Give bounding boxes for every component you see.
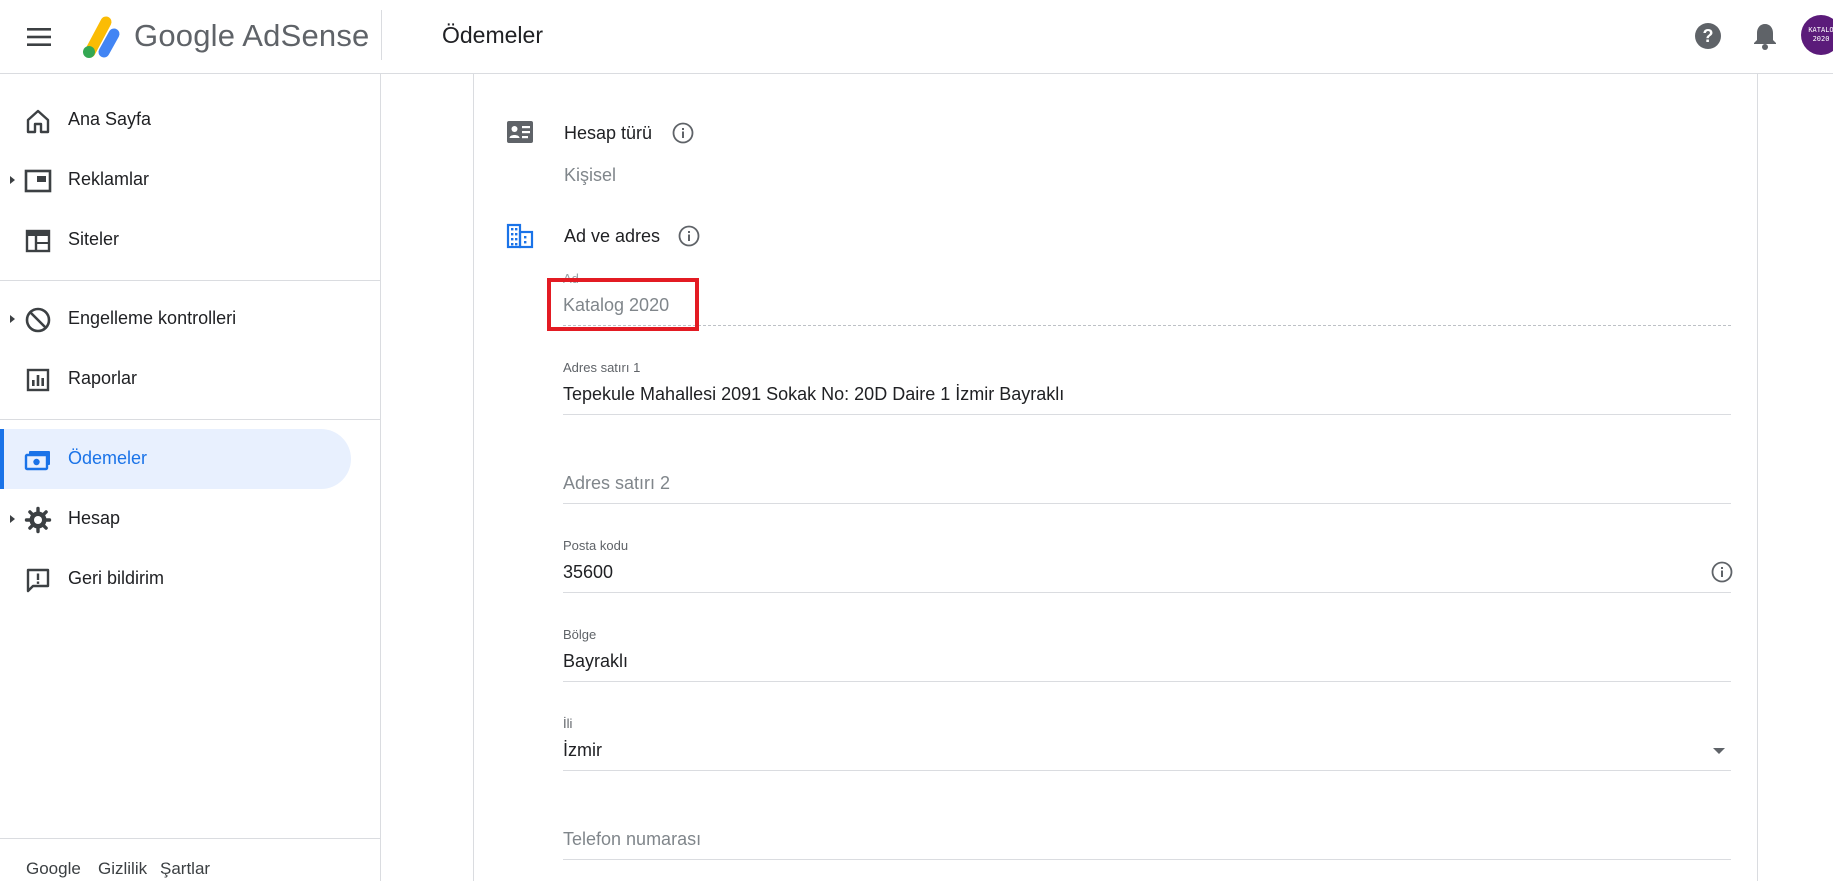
- info-icon[interactable]: [677, 224, 701, 248]
- brand-name: Google AdSense: [134, 18, 370, 53]
- sidebar-item-raporlar[interactable]: Raporlar: [0, 349, 351, 409]
- footer-link-google[interactable]: Google: [26, 859, 81, 879]
- sidebar: Ana Sayfa Reklamlar Siteler Engelleme ko…: [0, 74, 381, 881]
- field-value: İzmir: [563, 740, 602, 760]
- avatar-text-line2: 2020: [1812, 35, 1830, 43]
- field-placeholder: Telefon numarası: [563, 829, 702, 849]
- field-value: Katalog 2020: [563, 295, 670, 315]
- settings-icon: [24, 506, 52, 534]
- phone-input[interactable]: Telefon numarası: [563, 800, 1731, 860]
- avatar-text-line1: KATALO: [1808, 26, 1833, 34]
- sidebar-item-label: Ana Sayfa: [68, 109, 152, 129]
- sidebar-item-siteler[interactable]: Siteler: [0, 210, 351, 270]
- sidebar-item-label: Raporlar: [68, 368, 138, 388]
- field-value: Bayraklı: [563, 651, 629, 671]
- region-input[interactable]: Bölge Bayraklı: [563, 622, 1731, 682]
- field-label: İli: [563, 716, 573, 731]
- bell-icon[interactable]: [1746, 17, 1784, 55]
- info-icon[interactable]: [671, 121, 695, 145]
- ads-icon: [24, 167, 52, 195]
- feedback-icon: [24, 566, 52, 594]
- field-value: Tepekule Mahallesi 2091 Sokak No: 20D Da…: [563, 384, 1065, 404]
- postal-code-input[interactable]: Posta kodu 35600: [563, 533, 1731, 593]
- footer-link-terms[interactable]: Şartlar: [160, 859, 210, 879]
- adsense-logo-icon: [78, 14, 122, 60]
- home-icon: [24, 107, 52, 135]
- dropdown-arrow-icon[interactable]: [1713, 748, 1725, 754]
- sidebar-item-hesap[interactable]: Hesap: [0, 489, 351, 549]
- reports-icon: [24, 366, 52, 394]
- expand-caret-icon[interactable]: [10, 176, 15, 184]
- business-icon: [505, 221, 535, 251]
- field-value: 35600: [563, 562, 614, 582]
- sidebar-divider: [0, 280, 380, 281]
- sidebar-item-geri-bildirim[interactable]: Geri bildirim: [0, 549, 351, 609]
- svg-text:?: ?: [1703, 26, 1714, 46]
- sidebar-item-label: Geri bildirim: [68, 568, 165, 588]
- payments-icon: [24, 446, 52, 474]
- sidebar-divider: [0, 419, 380, 420]
- sidebar-item-ana-sayfa[interactable]: Ana Sayfa: [0, 90, 351, 150]
- province-select[interactable]: İli İzmir: [563, 711, 1731, 771]
- name-field: Ad Katalog 2020: [563, 266, 1731, 326]
- field-label: Adres satırı 1: [563, 360, 641, 375]
- sidebar-footer: Google Gizlilik Şartlar: [0, 838, 380, 882]
- menu-icon[interactable]: [20, 19, 58, 55]
- avatar[interactable]: KATALO 2020: [1801, 15, 1833, 55]
- account-type-value: Kişisel: [564, 165, 617, 185]
- field-label: Ad: [563, 271, 579, 286]
- sites-icon: [24, 227, 52, 255]
- sidebar-item-label: Hesap: [68, 508, 121, 528]
- sidebar-item-reklamlar[interactable]: Reklamlar: [0, 150, 351, 210]
- address-line1-input[interactable]: Adres satırı 1 Tepekule Mahallesi 2091 S…: [563, 355, 1731, 415]
- sidebar-item-label: Siteler: [68, 229, 120, 249]
- info-icon[interactable]: [1710, 560, 1734, 584]
- sidebar-item-label: Engelleme kontrolleri: [68, 308, 237, 328]
- field-placeholder: Adres satırı 2: [563, 473, 671, 493]
- field-label: Posta kodu: [563, 538, 629, 553]
- footer-link-privacy[interactable]: Gizlilik: [98, 859, 147, 879]
- sidebar-item-label: Ödemeler: [68, 448, 148, 468]
- account-type-title: Hesap türü: [564, 123, 653, 143]
- block-icon: [24, 306, 52, 334]
- page-title: Ödemeler: [442, 22, 543, 48]
- sidebar-item-odemeler[interactable]: Ödemeler: [0, 429, 351, 489]
- account-card-icon: [505, 117, 535, 147]
- expand-caret-icon[interactable]: [10, 515, 15, 523]
- expand-caret-icon[interactable]: [10, 315, 15, 323]
- sidebar-item-engelleme-kontrolleri[interactable]: Engelleme kontrolleri: [0, 289, 351, 349]
- header-divider: [381, 10, 382, 60]
- field-label: Bölge: [563, 627, 597, 642]
- address-line2-input[interactable]: Adres satırı 2: [563, 444, 1731, 504]
- help-icon[interactable]: ?: [1689, 17, 1727, 55]
- app-header: Google AdSense Ödemeler ? KATALO 2020: [0, 0, 1833, 74]
- sidebar-item-label: Reklamlar: [68, 169, 150, 189]
- name-address-title: Ad ve adres: [564, 226, 661, 246]
